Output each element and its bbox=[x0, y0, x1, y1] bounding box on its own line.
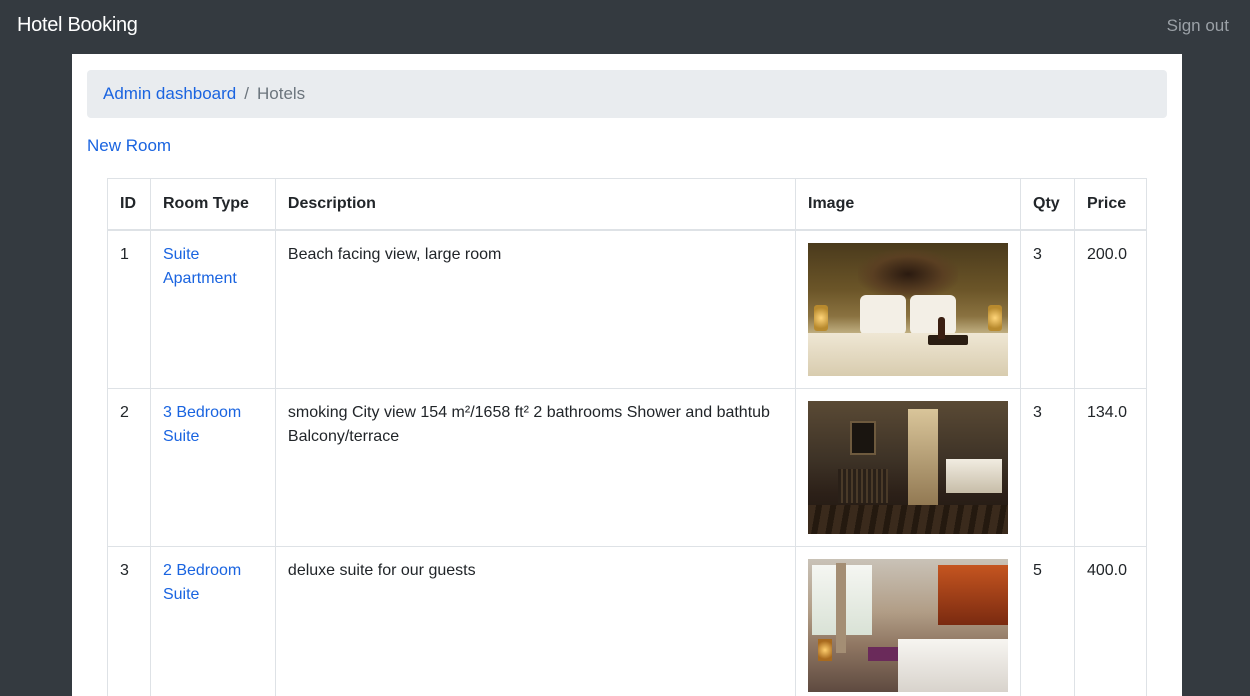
brand-link[interactable]: Hotel Booking bbox=[17, 14, 138, 37]
header-room-type: Room Type bbox=[149, 178, 276, 231]
cell-id: 1 bbox=[107, 229, 151, 389]
rooms-table: ID Room Type Description Image Qty Price… bbox=[107, 178, 1148, 696]
room-photo bbox=[808, 401, 1008, 534]
top-navbar: Hotel Booking Sign out bbox=[0, 0, 1250, 54]
cell-description: smoking City view 154 m²/1658 ft² 2 bath… bbox=[274, 388, 797, 547]
room-type-link[interactable]: 3 Bedroom Suite bbox=[163, 404, 241, 445]
cell-qty: 5 bbox=[1020, 546, 1075, 696]
cell-id: 3 bbox=[107, 546, 151, 696]
cell-image bbox=[795, 229, 1021, 389]
table-row: 1 Suite Apartment Beach facing view, lar… bbox=[107, 229, 1148, 389]
table-row: 3 2 Bedroom Suite deluxe suite for our g… bbox=[107, 546, 1148, 696]
room-type-link[interactable]: 2 Bedroom Suite bbox=[163, 562, 241, 603]
breadcrumb-current: Hotels bbox=[257, 84, 306, 103]
breadcrumb-admin-dashboard-link[interactable]: Admin dashboard bbox=[103, 84, 236, 104]
cell-image bbox=[795, 546, 1021, 696]
cell-price: 200.0 bbox=[1073, 229, 1148, 389]
cell-qty: 3 bbox=[1020, 388, 1075, 547]
breadcrumb: Admin dashboard / Hotels bbox=[87, 70, 1167, 118]
room-photo bbox=[808, 243, 1008, 376]
header-image: Image bbox=[795, 178, 1021, 231]
main-container: Admin dashboard / Hotels New Room ID Roo… bbox=[72, 54, 1182, 696]
new-room-link[interactable]: New Room bbox=[87, 136, 171, 156]
cell-room-type: 3 Bedroom Suite bbox=[149, 388, 276, 547]
cell-description: Beach facing view, large room bbox=[274, 229, 797, 389]
cell-price: 400.0 bbox=[1073, 546, 1148, 696]
header-qty: Qty bbox=[1020, 178, 1075, 231]
header-price: Price bbox=[1073, 178, 1148, 231]
cell-image bbox=[795, 388, 1021, 547]
cell-room-type: 2 Bedroom Suite bbox=[149, 546, 276, 696]
sign-out-link[interactable]: Sign out bbox=[1167, 16, 1229, 36]
room-type-link[interactable]: Suite Apartment bbox=[163, 246, 237, 287]
cell-id: 2 bbox=[107, 388, 151, 547]
breadcrumb-separator: / bbox=[244, 84, 249, 103]
cell-price: 134.0 bbox=[1073, 388, 1148, 547]
room-photo bbox=[808, 559, 1008, 692]
table-header-row: ID Room Type Description Image Qty Price bbox=[107, 178, 1148, 231]
header-description: Description bbox=[274, 178, 797, 231]
cell-description: deluxe suite for our guests bbox=[274, 546, 797, 696]
cell-room-type: Suite Apartment bbox=[149, 229, 276, 389]
header-id: ID bbox=[107, 178, 151, 231]
table-row: 2 3 Bedroom Suite smoking City view 154 … bbox=[107, 388, 1148, 547]
cell-qty: 3 bbox=[1020, 229, 1075, 389]
